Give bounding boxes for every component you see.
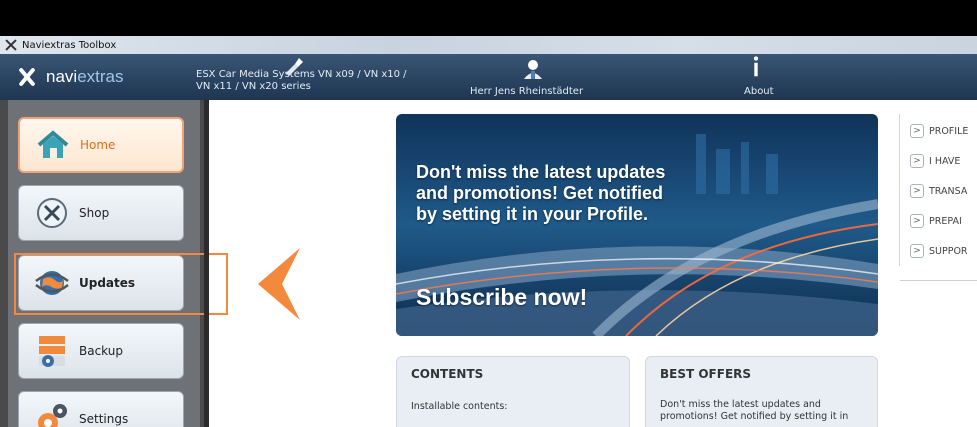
profile-link[interactable]: > PROFILE: [910, 124, 977, 138]
subscribe-banner[interactable]: Don't miss the latest updates and promot…: [396, 114, 878, 336]
about-label[interactable]: About: [744, 86, 774, 97]
pointer-arrow-icon: [258, 248, 300, 320]
chevron-right-icon: >: [910, 214, 924, 228]
backup-icon: [35, 334, 69, 368]
app-icon: [4, 38, 18, 52]
home-icon: [36, 128, 70, 162]
profile-link-label: PROFILE: [929, 125, 969, 137]
nav-settings-button[interactable]: Settings: [18, 391, 184, 427]
naviextras-logo-icon: [14, 66, 40, 88]
nav-home-label: Home: [80, 138, 116, 152]
nav-backup-label: Backup: [79, 344, 123, 358]
i-have-link-label: I HAVE: [929, 155, 961, 167]
transactions-link[interactable]: > TRANSA: [910, 184, 977, 198]
device-name-line1: ESX Car Media Systems VN x09 / VN x10 /: [196, 69, 407, 80]
nav-home-button[interactable]: Home: [18, 117, 184, 173]
contents-card-text: Installable contents:: [411, 401, 508, 412]
best-offers-card-title: BEST OFFERS: [660, 367, 752, 381]
user-icon[interactable]: [522, 58, 544, 80]
window-titlebar: Naviextras Toolbox: [0, 36, 977, 54]
top-toolbar: navi extras ESX Car Media Systems VN x09 …: [0, 54, 977, 100]
chevron-right-icon: >: [910, 184, 924, 198]
chevron-right-icon: >: [910, 124, 924, 138]
nav-settings-label: Settings: [79, 412, 129, 426]
chevron-right-icon: >: [910, 244, 924, 258]
best-offers-card-text: Don't miss the latest updates and promot…: [660, 399, 849, 422]
shop-icon: [35, 196, 69, 230]
nav-shop-label: Shop: [79, 206, 110, 220]
sidebar: Home Shop Updates Backup Settings: [0, 100, 228, 427]
banner-headline: Don't miss the latest updates and promot…: [416, 162, 666, 224]
best-offers-card[interactable]: BEST OFFERS Don't miss the latest update…: [645, 356, 878, 427]
chevron-right-icon: >: [910, 154, 924, 168]
main-content: Home Shop Updates Backup Settings Don't …: [0, 100, 977, 427]
naviextras-logo[interactable]: navi extras: [14, 66, 123, 88]
support-link[interactable]: > SUPPOR: [910, 244, 977, 258]
sidebar-separator: [204, 100, 209, 427]
right-link-panel: > PROFILE > I HAVE > TRANSA > PREPAI > SUPPOR: [899, 114, 977, 281]
device-name[interactable]: ESX Car Media Systems VN x09 / VN x10 / …: [196, 69, 407, 93]
updates-highlight-box: [14, 253, 228, 315]
settings-gear-icon: [35, 402, 69, 427]
support-link-label: SUPPOR: [929, 245, 968, 257]
screenshot-frame: Naviextras Toolbox navi extras ESX Car Me…: [0, 0, 977, 427]
contents-card[interactable]: CONTENTS Installable contents:: [396, 356, 630, 427]
right-panel-divider: [900, 280, 977, 281]
i-have-link[interactable]: > I HAVE: [910, 154, 977, 168]
contents-card-title: CONTENTS: [411, 367, 484, 381]
transactions-link-label: TRANSA: [929, 185, 968, 197]
user-name[interactable]: Herr Jens Rheinstädter: [470, 86, 583, 97]
prepaid-link-label: PREPAI: [929, 215, 962, 227]
top-black-bar: [0, 0, 977, 36]
subscribe-now-link[interactable]: Subscribe now!: [416, 284, 587, 311]
device-name-line2: VN x11 / VN x20 series: [196, 81, 311, 92]
logo-text-extras: extras: [77, 67, 124, 86]
nav-shop-button[interactable]: Shop: [18, 185, 184, 241]
info-icon[interactable]: [750, 56, 762, 78]
window-title: Naviextras Toolbox: [22, 39, 117, 51]
nav-backup-button[interactable]: Backup: [18, 323, 184, 379]
logo-text-navi: navi: [46, 67, 78, 86]
prepaid-link[interactable]: > PREPAI: [910, 214, 977, 228]
